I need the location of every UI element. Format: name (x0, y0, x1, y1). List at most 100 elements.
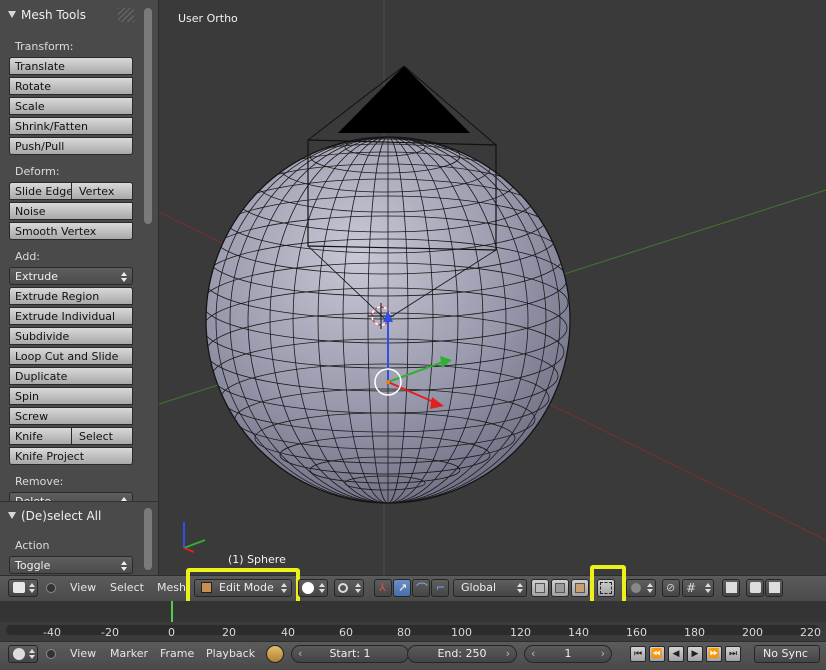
3d-viewport[interactable] (159, 0, 826, 575)
transform-label: Transform: (15, 40, 74, 53)
scale-icon: ⌐ (436, 581, 446, 594)
snap-element-dropdown[interactable]: # (682, 579, 714, 597)
edge-select-mode-button[interactable] (551, 579, 569, 597)
opengl-render-button[interactable] (746, 579, 764, 597)
view-name-label: User Ortho (178, 12, 238, 25)
editor-type-button[interactable] (8, 579, 38, 597)
tick-label: -20 (101, 626, 119, 639)
preview-range-icon[interactable] (266, 645, 284, 663)
play-button[interactable]: ▶ (687, 646, 703, 662)
knife-project-button[interactable]: Knife Project (9, 447, 133, 465)
screw-button[interactable]: Screw (9, 407, 133, 425)
scale-button[interactable]: Scale (9, 97, 133, 115)
current-frame-line[interactable] (171, 601, 173, 622)
clock-icon (13, 648, 25, 660)
extrude-dropdown[interactable]: Extrude (9, 267, 133, 285)
tick-label: 120 (510, 626, 531, 639)
timeline-keyframe-strip[interactable] (0, 601, 826, 622)
collapse-triangle-icon (8, 11, 16, 18)
snap-grid-icon: # (686, 581, 697, 595)
action-label: Action (15, 539, 50, 552)
panel-title: Mesh Tools (21, 8, 86, 22)
current-frame-field[interactable]: ‹ 1 › (524, 645, 612, 663)
updown-arrows-icon (517, 583, 523, 593)
panel-grip-icon[interactable] (118, 8, 134, 22)
play-icon: ▶ (691, 649, 699, 659)
timeline-menu-view[interactable]: View (70, 647, 96, 660)
duplicate-button[interactable]: Duplicate (9, 367, 133, 385)
next-keyframe-icon: ⏩ (708, 649, 720, 659)
decrement-arrow-icon: ‹ (531, 647, 536, 660)
rotate-manipulator-button[interactable]: ⌒ (412, 579, 430, 597)
slide-vertex-button[interactable]: Vertex (71, 182, 133, 200)
extrude-individual-button[interactable]: Extrude Individual (9, 307, 133, 325)
updown-arrows-icon (355, 583, 361, 593)
timeline-menu-playback[interactable]: Playback (206, 647, 255, 660)
extrude-region-button[interactable]: Extrude Region (9, 287, 133, 305)
3d-view-icon (13, 582, 25, 593)
operator-header[interactable]: (De)select All (8, 509, 101, 523)
play-reverse-button[interactable]: ◀ (668, 646, 684, 662)
tick-label: 200 (742, 626, 763, 639)
proportional-icon (631, 583, 641, 593)
proportional-edit-dropdown[interactable] (626, 579, 656, 597)
transform-orientation-dropdown[interactable]: Global (453, 579, 527, 597)
knife-select-button[interactable]: Select (71, 427, 133, 445)
slide-edge-button[interactable]: Slide Edge (9, 182, 72, 200)
knife-button[interactable]: Knife (9, 427, 72, 445)
camera-icon (750, 582, 761, 593)
menu-mesh[interactable]: Mesh (157, 581, 186, 594)
menu-select[interactable]: Select (110, 581, 144, 594)
updown-arrows-icon (319, 583, 325, 593)
push-pull-button[interactable]: Push/Pull (9, 137, 133, 155)
action-dropdown[interactable]: Toggle (9, 556, 133, 574)
delete-dropdown[interactable]: Delete (9, 492, 133, 501)
updown-arrows-icon (29, 583, 35, 593)
subdivide-button[interactable]: Subdivide (9, 327, 133, 345)
scale-manipulator-button[interactable]: ⌐ (431, 579, 449, 597)
snap-toggle[interactable]: ⊘ (662, 579, 680, 597)
noise-button[interactable]: Noise (9, 202, 133, 220)
remove-label: Remove: (15, 475, 64, 488)
end-frame-field[interactable]: End: 250 › (407, 645, 517, 663)
pivot-icon (338, 583, 348, 593)
next-keyframe-button[interactable]: ⏩ (706, 646, 722, 662)
timeline-menu-frame[interactable]: Frame (160, 647, 194, 660)
start-frame-field[interactable]: ‹ Start: 1 (291, 645, 409, 663)
deform-label: Deform: (15, 165, 60, 178)
tick-label: 220 (800, 626, 821, 639)
operator-scrollbar[interactable] (144, 508, 152, 570)
opengl-animation-button[interactable] (765, 579, 783, 597)
mesh-tools-header[interactable]: Mesh Tools (8, 8, 86, 22)
menu-view[interactable]: View (70, 581, 96, 594)
translate-manipulator-button[interactable]: ↗ (393, 579, 411, 597)
sync-mode-dropdown[interactable]: No Sync (754, 645, 820, 663)
vertex-select-mode-button[interactable] (531, 579, 549, 597)
jump-start-button[interactable]: ⏮ (630, 646, 646, 662)
timeline-editor-type-button[interactable] (8, 645, 38, 663)
layers-button[interactable] (722, 579, 740, 597)
prev-keyframe-button[interactable]: ⏪ (649, 646, 665, 662)
collapse-menus-icon[interactable] (46, 583, 56, 593)
spin-button[interactable]: Spin (9, 387, 133, 405)
tick-label: 80 (397, 626, 411, 639)
translate-button[interactable]: Translate (9, 57, 133, 75)
jump-end-button[interactable]: ⏭ (725, 646, 741, 662)
rotate-button[interactable]: Rotate (9, 77, 133, 95)
clapperboard-icon (769, 582, 780, 593)
tick-label: 40 (281, 626, 295, 639)
arrow-icon: ↗ (398, 581, 408, 594)
loop-cut-slide-button[interactable]: Loop Cut and Slide (9, 347, 133, 365)
face-select-mode-button[interactable] (571, 579, 589, 597)
pivot-point-dropdown[interactable] (334, 579, 364, 597)
timeline-menu-marker[interactable]: Marker (110, 647, 148, 660)
viewport-shading-dropdown[interactable] (298, 579, 328, 597)
manipulator-toggle[interactable]: ⅄ (374, 579, 392, 597)
increment-arrow-icon: › (600, 647, 605, 660)
camera-cone[interactable] (338, 66, 470, 133)
tool-shelf-scrollbar[interactable] (144, 8, 152, 224)
smooth-vertex-button[interactable]: Smooth Vertex (9, 222, 133, 240)
manipulator-icon: ⅄ (379, 581, 386, 594)
collapse-menus-icon[interactable] (46, 649, 56, 659)
shrink-fatten-button[interactable]: Shrink/Fatten (9, 117, 133, 135)
